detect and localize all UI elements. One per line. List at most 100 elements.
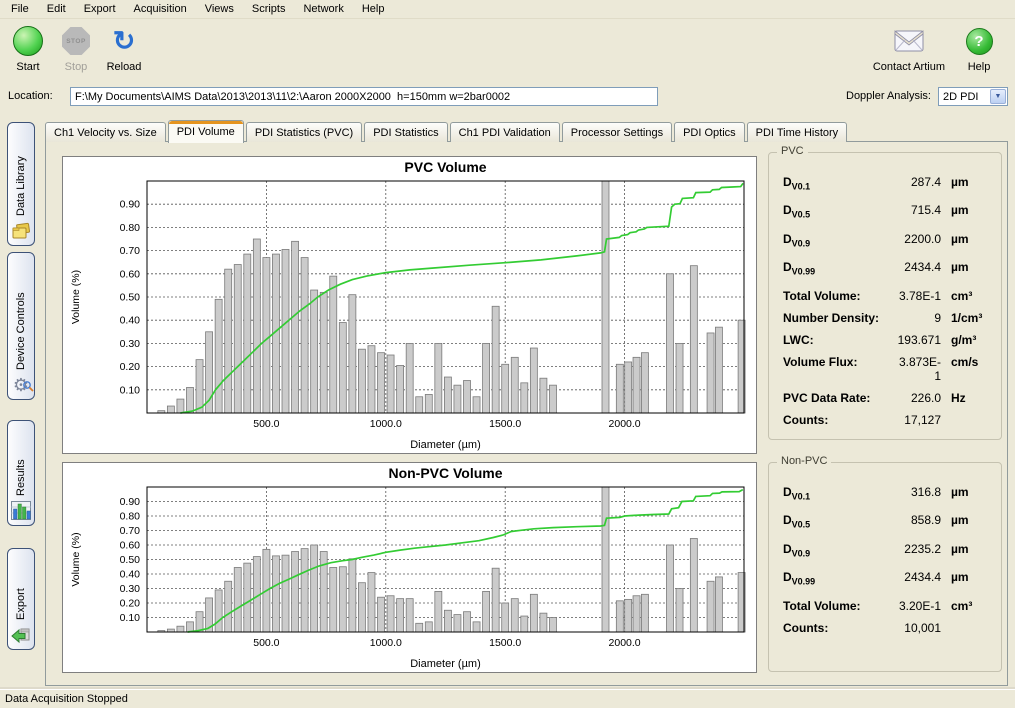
stat-value: 3.78E-1: [893, 289, 951, 303]
tab-pdi-optics[interactable]: PDI Optics: [674, 122, 745, 142]
menu-item-acquisition[interactable]: Acquisition: [125, 1, 196, 17]
stop-icon: STOP: [62, 27, 90, 55]
non-pvc-stats-group: Non-PVC DV0.1316.8µmDV0.5858.9µmDV0.9223…: [768, 462, 1002, 672]
stat-value: 2434.4: [893, 570, 951, 584]
stat-label: Number Density:: [783, 311, 893, 325]
svg-text:0.40: 0.40: [120, 569, 141, 581]
stat-unit: µm: [951, 485, 995, 499]
location-row: Location: Doppler Analysis: 2D PDI ▼: [0, 85, 1015, 111]
tab-pdi-statistics[interactable]: PDI Statistics: [364, 122, 447, 142]
reload-button[interactable]: ↻ Reload: [102, 20, 146, 76]
doppler-analysis-dropdown[interactable]: 2D PDI ▼: [938, 87, 1008, 106]
svg-text:0.40: 0.40: [120, 315, 141, 327]
svg-text:0.30: 0.30: [120, 583, 141, 595]
svg-text:500.0: 500.0: [253, 637, 279, 649]
svg-text:0.90: 0.90: [120, 199, 141, 211]
stat-row: DV0.992434.4µm: [783, 570, 995, 586]
menu-item-file[interactable]: File: [2, 1, 38, 17]
svg-text:2000.0: 2000.0: [609, 418, 641, 430]
svg-text:500.0: 500.0: [253, 418, 279, 430]
menu-item-edit[interactable]: Edit: [38, 1, 75, 17]
menu-item-export[interactable]: Export: [75, 1, 125, 17]
svg-text:0.20: 0.20: [120, 598, 141, 610]
tab-ch1-velocity-vs-size[interactable]: Ch1 Velocity vs. Size: [45, 122, 166, 142]
sidebar-item-data-library[interactable]: Data Library: [7, 122, 35, 246]
status-text: Data Acquisition Stopped: [5, 693, 128, 705]
sidebar-item-export[interactable]: Export: [7, 548, 35, 650]
doppler-analysis-value: 2D PDI: [939, 91, 990, 103]
svg-text:0.60: 0.60: [120, 268, 141, 280]
toolbar: Start STOP Stop ↻ Reload Cont: [0, 20, 1015, 83]
svg-text:0.80: 0.80: [120, 222, 141, 234]
bar-chart-icon: [11, 500, 31, 520]
stat-label: DV0.5: [783, 513, 893, 529]
svg-text:0.30: 0.30: [120, 338, 141, 350]
stat-row: Counts:10,001: [783, 621, 995, 635]
menu-item-network[interactable]: Network: [294, 1, 352, 17]
stat-label: PVC Data Rate:: [783, 391, 893, 405]
tab-processor-settings[interactable]: Processor Settings: [562, 122, 672, 142]
stat-unit: µm: [951, 203, 995, 217]
app-window: File Edit Export Acquisition Views Scrip…: [0, 0, 1015, 708]
tab-pdi-time-history[interactable]: PDI Time History: [747, 122, 848, 142]
stat-unit: cm³: [951, 289, 995, 303]
stat-unit: µm: [951, 232, 995, 246]
stop-button-label: Stop: [65, 61, 88, 73]
menu-bar: File Edit Export Acquisition Views Scrip…: [0, 0, 1015, 19]
stat-label: Counts:: [783, 621, 893, 635]
help-icon: ?: [966, 28, 993, 55]
sidebar-item-results[interactable]: Results: [7, 420, 35, 526]
sidebar-item-device-controls[interactable]: Device Controls ⚙: [7, 252, 35, 400]
stat-label: DV0.99: [783, 570, 893, 586]
svg-text:Volume (%): Volume (%): [70, 270, 82, 324]
sidebar-item-label: Data Library: [15, 130, 27, 216]
stat-value: 2434.4: [893, 260, 951, 274]
pvc-volume-chart-plot: 0.100.200.300.400.500.600.700.800.90500.…: [63, 157, 756, 453]
menu-item-help[interactable]: Help: [353, 1, 394, 17]
non-pvc-volume-chart: 0.100.200.300.400.500.600.700.800.90500.…: [62, 462, 757, 673]
stat-label: DV0.99: [783, 260, 893, 276]
stat-value: 316.8: [893, 485, 951, 499]
stat-row: DV0.1287.4µm: [783, 175, 995, 191]
stat-label: DV0.9: [783, 542, 893, 558]
stat-label: DV0.9: [783, 232, 893, 248]
menu-item-scripts[interactable]: Scripts: [243, 1, 295, 17]
svg-text:0.70: 0.70: [120, 525, 141, 537]
stat-label: Total Volume:: [783, 599, 893, 613]
svg-text:Non-PVC Volume: Non-PVC Volume: [388, 465, 502, 481]
svg-text:Diameter (µm): Diameter (µm): [410, 439, 481, 451]
svg-text:Volume (%): Volume (%): [70, 532, 82, 586]
svg-text:0.50: 0.50: [120, 554, 141, 566]
stat-label: Volume Flux:: [783, 355, 893, 369]
contact-artium-button[interactable]: Contact Artium: [869, 20, 949, 76]
svg-text:0.50: 0.50: [120, 292, 141, 304]
stat-unit: µm: [951, 570, 995, 584]
stop-button[interactable]: STOP Stop: [54, 20, 98, 76]
svg-text:1500.0: 1500.0: [489, 637, 521, 649]
help-button-label: Help: [968, 61, 991, 73]
stat-value: 10,001: [893, 621, 951, 635]
gears-icon: ⚙: [13, 374, 29, 394]
stat-value: 858.9: [893, 513, 951, 527]
start-button[interactable]: Start: [6, 20, 50, 76]
stat-unit: µm: [951, 513, 995, 527]
start-icon: [13, 26, 43, 56]
help-button[interactable]: ? Help: [957, 20, 1001, 76]
chevron-down-icon[interactable]: ▼: [990, 89, 1006, 104]
pvc-volume-chart: 0.100.200.300.400.500.600.700.800.90500.…: [62, 156, 757, 454]
stat-value: 2235.2: [893, 542, 951, 556]
location-label: Location:: [8, 90, 53, 102]
non-pvc-stats-title: Non-PVC: [777, 455, 831, 467]
menu-item-views[interactable]: Views: [196, 1, 243, 17]
location-input[interactable]: [70, 87, 658, 106]
svg-text:1000.0: 1000.0: [370, 637, 402, 649]
svg-text:0.10: 0.10: [120, 612, 141, 624]
stat-value: 226.0: [893, 391, 951, 405]
stat-row: PVC Data Rate:226.0Hz: [783, 391, 995, 405]
svg-text:0.60: 0.60: [120, 540, 141, 552]
tab-ch1-pdi-validation[interactable]: Ch1 PDI Validation: [450, 122, 560, 142]
tab-pdi-statistics-pvc[interactable]: PDI Statistics (PVC): [246, 122, 362, 142]
stat-row: DV0.5858.9µm: [783, 513, 995, 529]
tab-pdi-volume[interactable]: PDI Volume: [168, 120, 244, 143]
stat-row: Number Density:91/cm³: [783, 311, 995, 325]
